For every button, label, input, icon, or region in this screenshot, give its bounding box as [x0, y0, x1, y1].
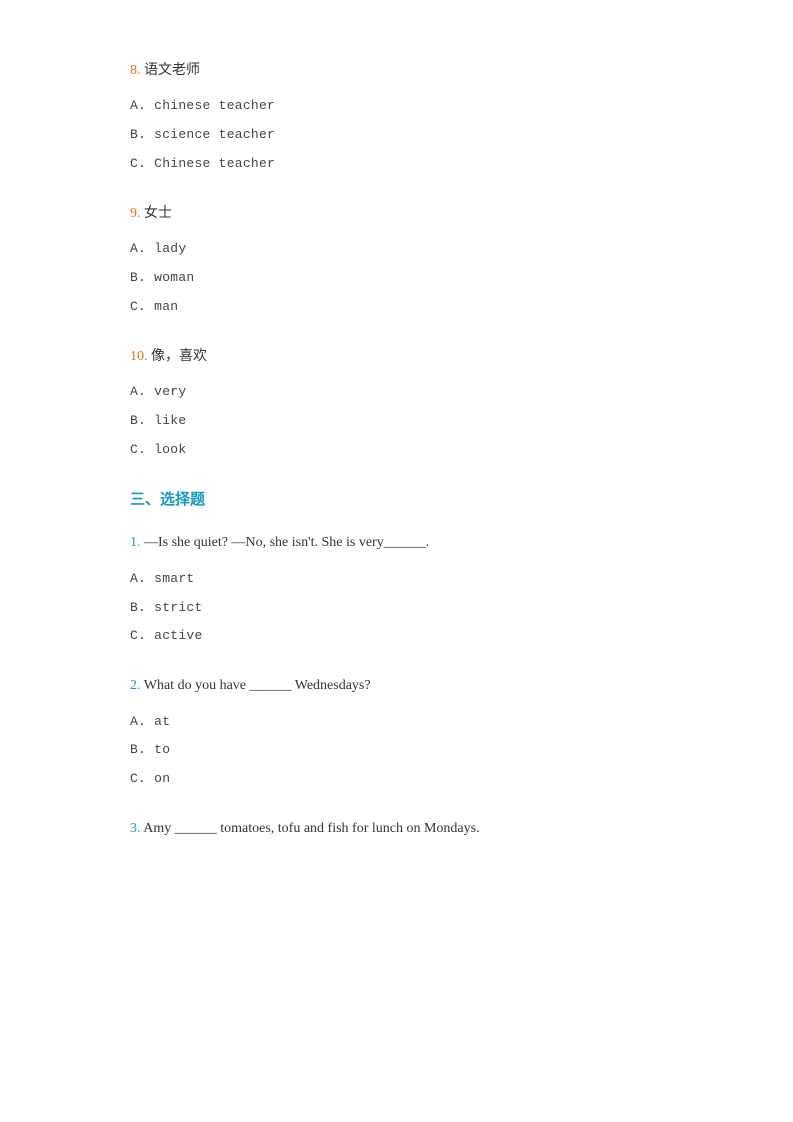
question-8-number: 8.: [130, 63, 141, 78]
question-8-title: 8. 语文老师: [130, 60, 663, 82]
mc-question-2-option-a: A. at: [130, 712, 663, 733]
question-10-option-c: C. look: [130, 440, 663, 461]
mc-question-1-option-b: B. strict: [130, 598, 663, 619]
question-9: 9. 女士 A. lady B. woman C. man: [130, 203, 663, 318]
question-9-option-a: A. lady: [130, 239, 663, 260]
question-10-option-b: B. like: [130, 411, 663, 432]
question-10-number: 10.: [130, 349, 148, 364]
question-10-title: 10. 像，喜欢: [130, 346, 663, 368]
question-8-option-a: A. chinese teacher: [130, 96, 663, 117]
mc-question-1-option-c: C. active: [130, 626, 663, 647]
vocabulary-section: 8. 语文老师 A. chinese teacher B. science te…: [130, 60, 663, 460]
mc-question-1-number: 1.: [130, 535, 141, 550]
question-9-title: 9. 女士: [130, 203, 663, 225]
question-10-option-a: A. very: [130, 382, 663, 403]
question-10-text: 像，喜欢: [151, 349, 207, 364]
mc-question-1-text: —Is she quiet? —No, she isn't. She is ve…: [144, 535, 429, 550]
mc-question-2-text: What do you have ______ Wednesdays?: [144, 678, 371, 693]
mc-question-2: 2. What do you have ______ Wednesdays? A…: [130, 675, 663, 790]
question-9-text: 女士: [144, 206, 172, 221]
mc-question-3-title: 3. Amy ______ tomatoes, tofu and fish fo…: [130, 818, 663, 840]
question-9-number: 9.: [130, 206, 141, 221]
mc-question-1-title: 1. —Is she quiet? —No, she isn't. She is…: [130, 532, 663, 554]
mc-question-2-title: 2. What do you have ______ Wednesdays?: [130, 675, 663, 697]
question-8: 8. 语文老师 A. chinese teacher B. science te…: [130, 60, 663, 175]
mc-question-1-option-a: A. smart: [130, 569, 663, 590]
mc-question-2-number: 2.: [130, 678, 141, 693]
mc-question-3-text: Amy ______ tomatoes, tofu and fish for l…: [143, 821, 479, 836]
mc-question-3: 3. Amy ______ tomatoes, tofu and fish fo…: [130, 818, 663, 840]
mc-question-1: 1. —Is she quiet? —No, she isn't. She is…: [130, 532, 663, 647]
section-multiple-choice-heading: 三、选择题: [130, 488, 663, 512]
question-8-option-c: C. Chinese teacher: [130, 154, 663, 175]
mc-question-3-number: 3.: [130, 821, 141, 836]
mc-question-2-option-b: B. to: [130, 740, 663, 761]
question-9-option-b: B. woman: [130, 268, 663, 289]
question-9-option-c: C. man: [130, 297, 663, 318]
mc-question-2-option-c: C. on: [130, 769, 663, 790]
multiple-choice-section: 1. —Is she quiet? —No, she isn't. She is…: [130, 532, 663, 840]
question-10: 10. 像，喜欢 A. very B. like C. look: [130, 346, 663, 461]
question-8-text: 语文老师: [144, 63, 200, 78]
question-8-option-b: B. science teacher: [130, 125, 663, 146]
